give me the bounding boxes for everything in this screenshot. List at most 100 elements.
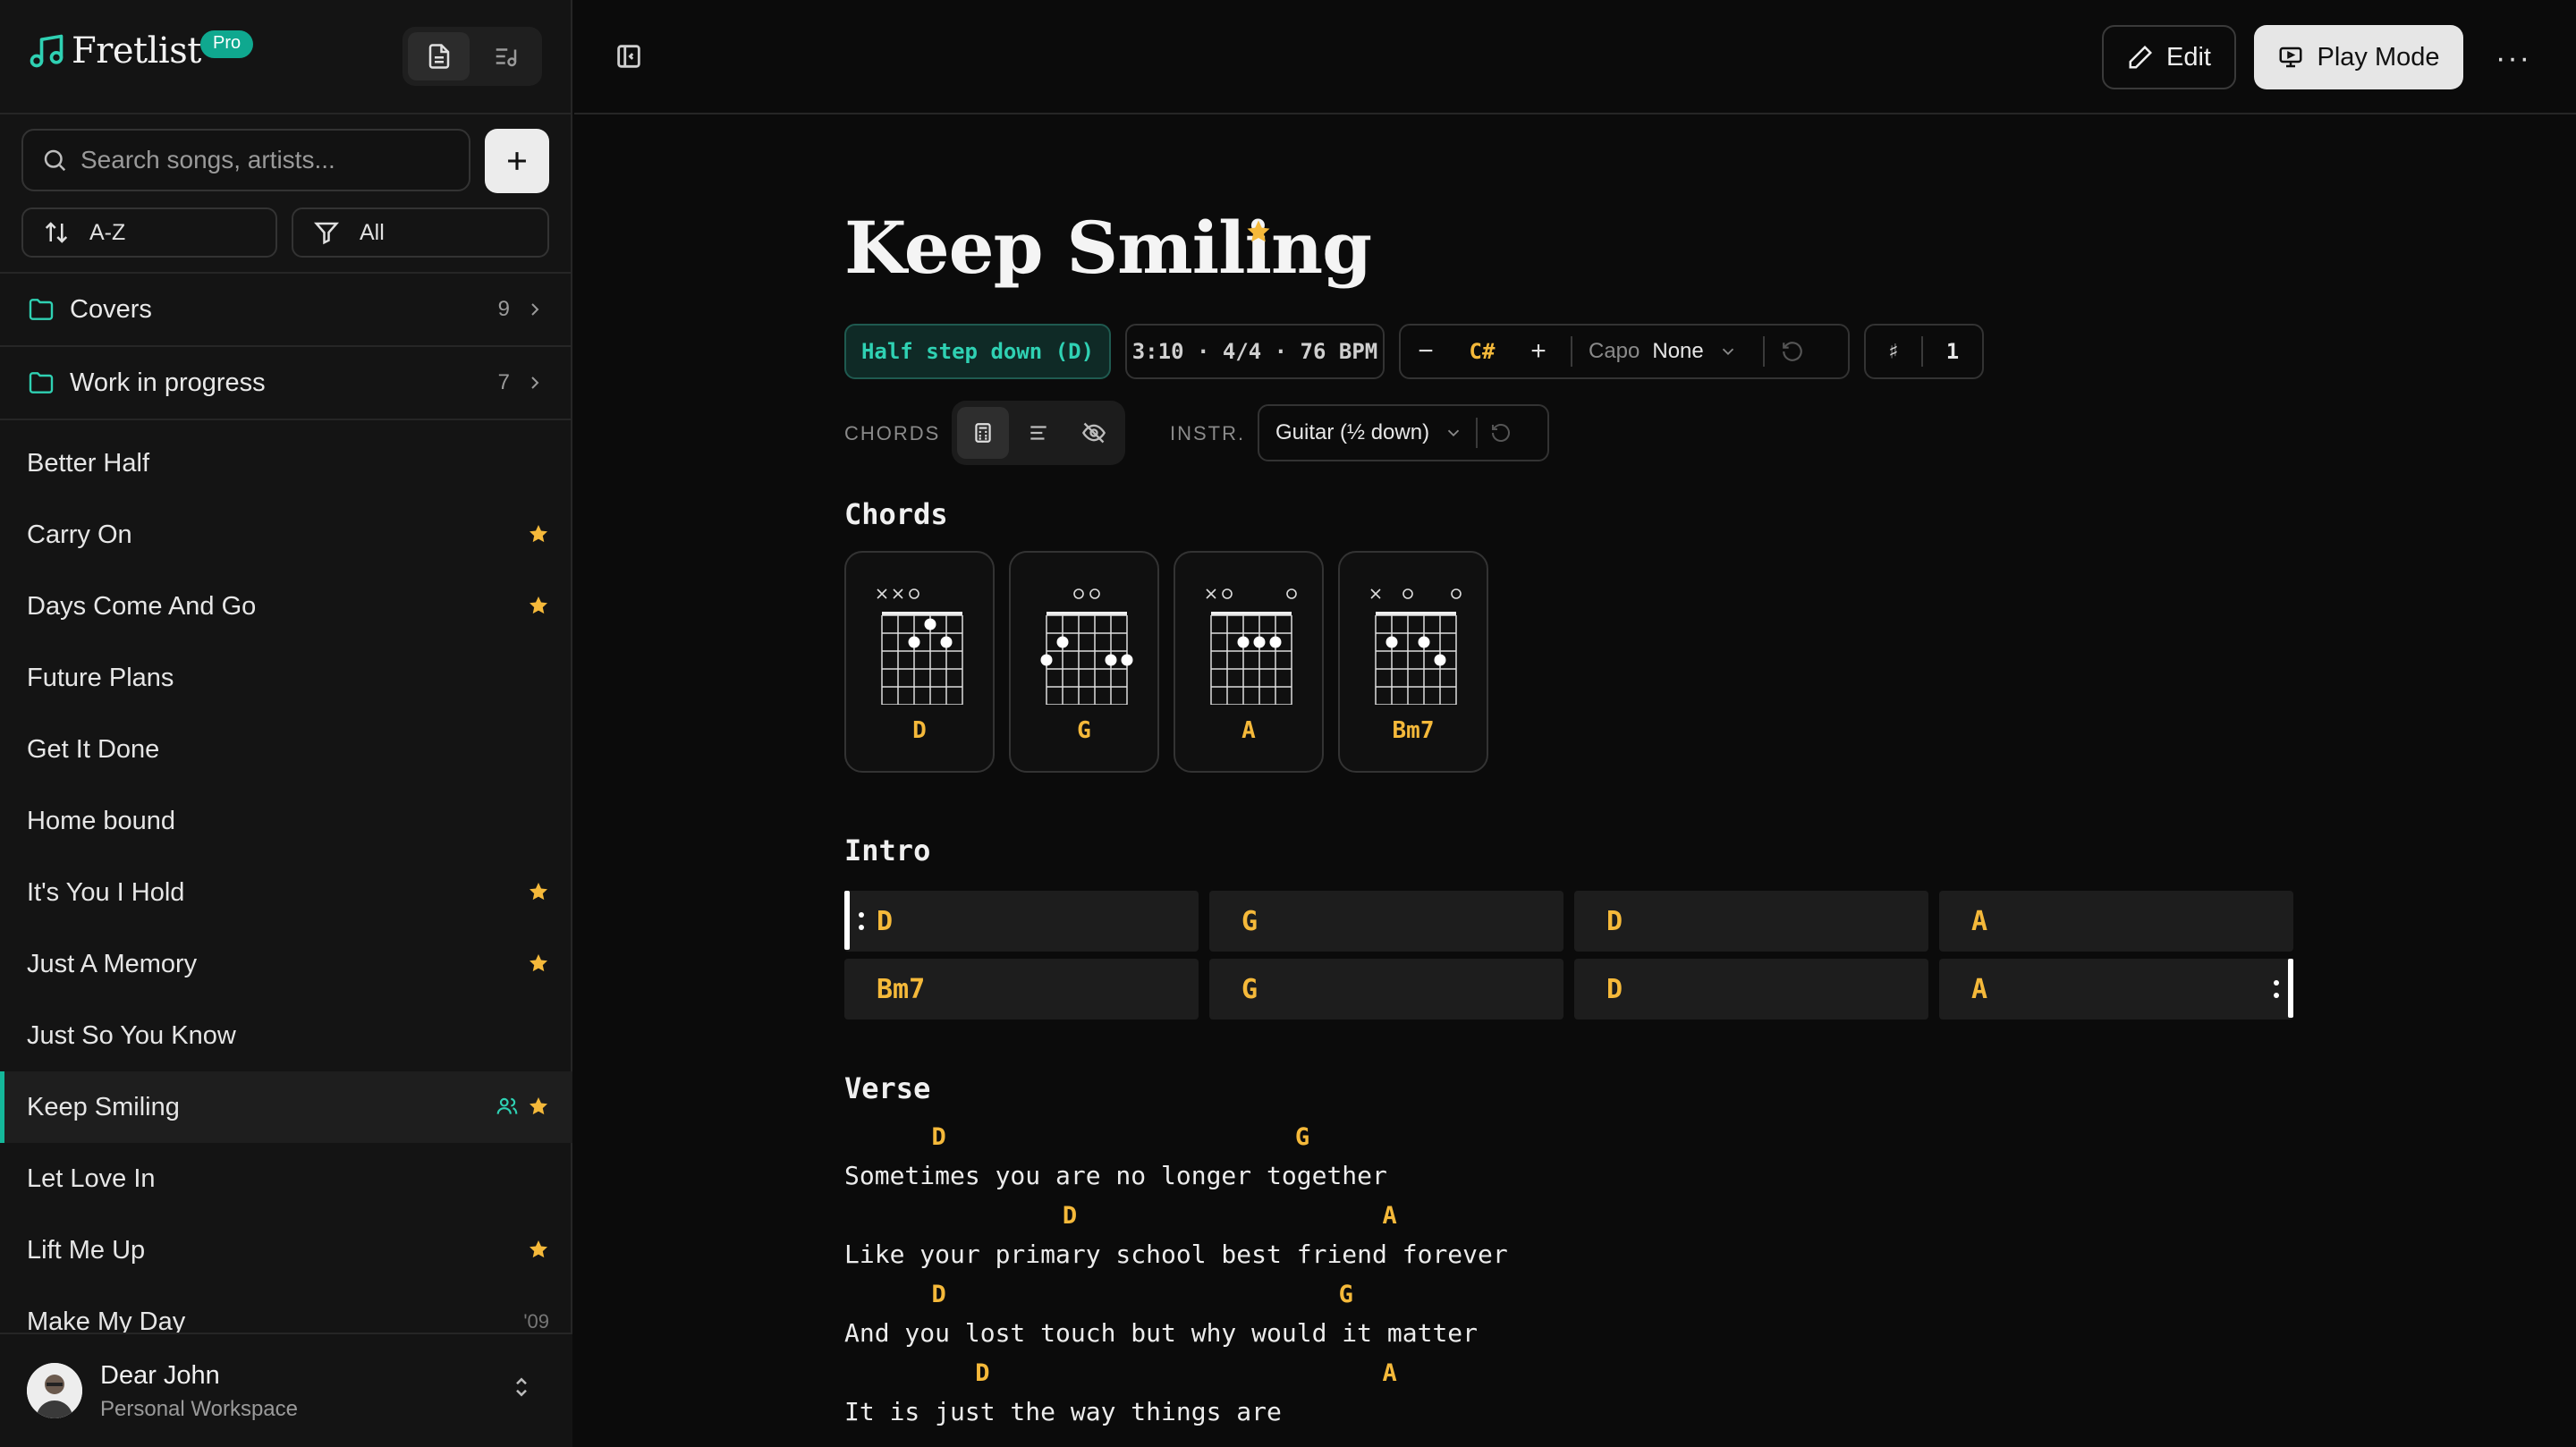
add-song-button[interactable] bbox=[485, 129, 549, 193]
song-title: Days Come And Go bbox=[27, 591, 257, 621]
play-mode-label: Play Mode bbox=[2317, 42, 2440, 72]
chord-bar[interactable]: Bm7 bbox=[844, 959, 1199, 1020]
star-icon[interactable] bbox=[528, 522, 549, 552]
transpose-up-button[interactable]: + bbox=[1513, 336, 1563, 367]
play-mode-button[interactable]: Play Mode bbox=[2254, 25, 2463, 89]
folder-name: Work in progress bbox=[70, 368, 266, 397]
list-music-icon bbox=[496, 48, 516, 67]
song-title: Make My Day bbox=[27, 1307, 186, 1333]
tuning-badge[interactable]: Half step down (D) bbox=[844, 324, 1111, 379]
chord-inline-mode-button[interactable] bbox=[1013, 407, 1064, 459]
more-options-button[interactable]: ··· bbox=[2496, 41, 2531, 76]
chord-bar[interactable]: D bbox=[844, 891, 1199, 952]
chord-card-a[interactable]: A bbox=[1174, 551, 1324, 773]
chord-bar[interactable]: D bbox=[1574, 959, 1928, 1020]
search-icon bbox=[44, 149, 66, 172]
song-title: Get It Done bbox=[27, 734, 160, 764]
chord-card-bm7[interactable]: Bm7 bbox=[1338, 551, 1488, 773]
chord-bar[interactable]: D bbox=[1574, 891, 1928, 952]
song-title: Keep Smiling bbox=[27, 1092, 180, 1121]
reset-icon[interactable] bbox=[1781, 340, 1804, 363]
user-switcher[interactable]: Dear John Personal Workspace bbox=[0, 1333, 572, 1447]
chord-diagram bbox=[1040, 588, 1133, 705]
key-capo-controls: − C# + Capo None bbox=[1399, 324, 1850, 379]
sort-label: A-Z bbox=[89, 219, 126, 245]
song-meta-badge[interactable]: 3:10 · 4/4 · 76 BPM bbox=[1125, 324, 1385, 379]
intro-section-title: Intro bbox=[844, 834, 931, 867]
star-icon[interactable] bbox=[528, 1095, 549, 1124]
edit-button[interactable]: Edit bbox=[2102, 25, 2236, 89]
chord-bar[interactable]: G bbox=[1209, 891, 1563, 952]
star-icon[interactable] bbox=[528, 952, 549, 981]
song-item[interactable]: Lift Me Up bbox=[0, 1214, 572, 1286]
sharp-toggle[interactable]: ♯ bbox=[1866, 339, 1921, 364]
transpose-down-button[interactable]: − bbox=[1401, 336, 1451, 367]
pencil-icon bbox=[2129, 45, 2153, 69]
document-view-button[interactable] bbox=[408, 32, 470, 80]
monitor-play-icon bbox=[2279, 47, 2302, 68]
song-item[interactable]: Future Plans bbox=[0, 642, 572, 714]
star-icon[interactable] bbox=[528, 594, 549, 623]
instrument-select[interactable]: Guitar (½ down) bbox=[1258, 404, 1549, 461]
song-item[interactable]: Days Come And Go bbox=[0, 571, 572, 642]
chord-diagram-mode-button[interactable] bbox=[957, 407, 1009, 459]
search-input[interactable] bbox=[80, 146, 438, 174]
song-title: Let Love In bbox=[27, 1164, 156, 1193]
song-item[interactable]: Better Half bbox=[0, 427, 572, 499]
app-logo[interactable]: Fretlist bbox=[27, 30, 201, 72]
chord-card-d[interactable]: D bbox=[844, 551, 995, 773]
chord-card-g[interactable]: G bbox=[1009, 551, 1159, 773]
song-title: Lift Me Up bbox=[27, 1235, 146, 1265]
user-name: Dear John bbox=[100, 1361, 220, 1390]
song-item[interactable]: Keep Smiling bbox=[0, 1071, 572, 1143]
chord-bar[interactable]: G bbox=[1209, 959, 1563, 1020]
song-item[interactable]: It's You I Hold bbox=[0, 857, 572, 928]
song-item[interactable]: Make My Day '09 bbox=[0, 1286, 572, 1333]
repeat-dot bbox=[2274, 993, 2279, 998]
divider bbox=[1476, 418, 1479, 448]
chord-diagram bbox=[1206, 588, 1297, 705]
song-title: Future Plans bbox=[27, 663, 174, 692]
song-item[interactable]: Just So You Know bbox=[0, 1000, 572, 1071]
shared-users-icon bbox=[496, 1095, 519, 1125]
calculator-grid-icon bbox=[975, 423, 991, 443]
chord-bar[interactable]: A bbox=[1939, 891, 2293, 952]
pro-badge: Pro bbox=[200, 30, 254, 58]
star-icon[interactable] bbox=[1245, 218, 1272, 245]
lyric-line: It is just the way things are bbox=[844, 1397, 1282, 1426]
divider bbox=[0, 113, 572, 114]
edit-label: Edit bbox=[2166, 42, 2211, 72]
reset-icon[interactable] bbox=[1490, 422, 1512, 444]
folder-icon bbox=[29, 299, 54, 320]
song-item[interactable]: Get It Done bbox=[0, 714, 572, 785]
folder-work-in-progress[interactable]: Work in progress 7 bbox=[0, 347, 572, 419]
search-box[interactable] bbox=[21, 129, 470, 191]
chord-hide-button[interactable] bbox=[1068, 407, 1120, 459]
song-list: Better Half Carry On Days Come And Go Futur… bbox=[0, 427, 572, 1333]
toggle-sidebar-button[interactable] bbox=[614, 41, 644, 76]
filter-button[interactable]: All bbox=[292, 207, 549, 258]
song-item[interactable]: Carry On bbox=[0, 499, 572, 571]
song-title: Carry On bbox=[27, 520, 132, 549]
capo-value[interactable]: None bbox=[1652, 339, 1703, 364]
chevron-down-icon[interactable] bbox=[1718, 342, 1738, 361]
top-bar: Edit Play Mode ··· bbox=[574, 0, 2576, 114]
song-item[interactable]: Just A Memory bbox=[0, 928, 572, 1000]
chord-bar[interactable]: A bbox=[1939, 959, 2293, 1020]
chord-name: G bbox=[1077, 717, 1091, 744]
star-icon[interactable] bbox=[528, 880, 549, 910]
star-icon[interactable] bbox=[528, 1238, 549, 1267]
song-title: Better Half bbox=[27, 448, 149, 478]
sort-button[interactable]: A-Z bbox=[21, 207, 277, 258]
workspace-name: Personal Workspace bbox=[100, 1397, 298, 1421]
capo-label: Capo bbox=[1589, 339, 1640, 363]
song-item[interactable]: Home bound bbox=[0, 785, 572, 857]
lyric-line: And you lost touch but why would it matt… bbox=[844, 1318, 1479, 1348]
sidebar-panel-icon bbox=[617, 45, 640, 68]
plus-icon bbox=[508, 152, 526, 170]
folder-covers[interactable]: Covers 9 bbox=[0, 274, 572, 345]
sidebar: Fretlist Pro A-Z All Covers 9 Work in pr… bbox=[0, 0, 572, 1447]
setlist-view-button[interactable] bbox=[475, 32, 537, 80]
repeat-dot bbox=[859, 925, 864, 930]
song-item[interactable]: Let Love In bbox=[0, 1143, 572, 1214]
